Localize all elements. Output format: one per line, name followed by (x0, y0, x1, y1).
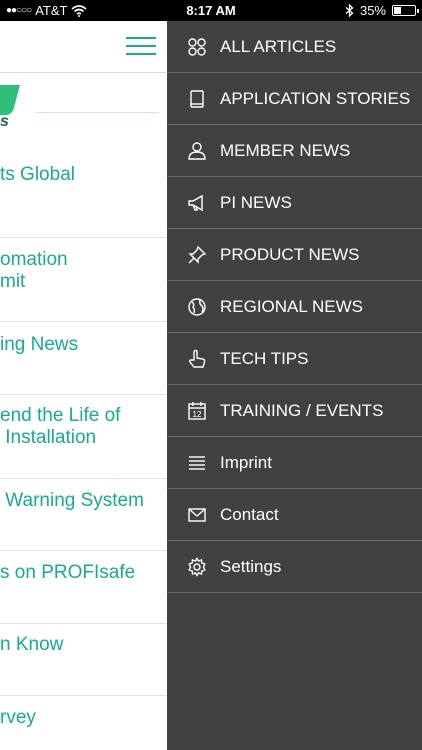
menu-item-label: REGIONAL NEWS (220, 296, 363, 316)
app-header (0, 21, 167, 73)
menu-item-label: Imprint (220, 452, 272, 472)
article-item[interactable]: rvey (0, 707, 167, 729)
calendar-icon: 12 (186, 400, 208, 422)
menu-item-all-articles[interactable]: ALL ARTICLES (167, 21, 422, 73)
divider (0, 394, 167, 395)
gear-icon (186, 556, 208, 578)
hamburger-menu-icon[interactable] (126, 37, 156, 55)
article-title: s on PROFIsafe (0, 562, 136, 583)
menu-item-tech-tips[interactable]: TECH TIPS (167, 333, 422, 385)
app-logo: s (0, 85, 167, 135)
menu-item-product-news[interactable]: PRODUCT NEWS (167, 229, 422, 281)
divider (0, 623, 167, 624)
envelope-icon (186, 504, 208, 526)
svg-text:12: 12 (193, 410, 202, 419)
article-item[interactable]: n Know (0, 634, 167, 656)
menu-item-label: PI NEWS (220, 192, 292, 212)
article-item[interactable]: ts Global (0, 164, 167, 186)
battery-percent: 35% (359, 3, 386, 18)
megaphone-icon (186, 192, 208, 214)
logo-mark (0, 85, 21, 115)
article-item[interactable]: omation mit (0, 249, 167, 293)
globe-icon (186, 296, 208, 318)
article-title-line2: Installation (0, 427, 97, 448)
article-item[interactable]: Warning System (0, 490, 167, 512)
article-item[interactable]: ing News (0, 334, 167, 356)
menu-item-regional-news[interactable]: REGIONAL NEWS (167, 281, 422, 333)
pushpin-icon (186, 244, 208, 266)
menu-item-label: ALL ARTICLES (220, 36, 337, 56)
divider (0, 695, 167, 696)
grid-icon (186, 36, 208, 58)
article-title: omation (0, 249, 68, 270)
article-title: rvey (0, 707, 36, 728)
menu-item-label: PRODUCT NEWS (220, 244, 360, 264)
divider (0, 550, 167, 551)
menu-item-application-stories[interactable]: APPLICATION STORIES (167, 73, 422, 125)
article-title: ts Global (0, 164, 75, 185)
menu-item-label: TECH TIPS (220, 348, 309, 368)
menu-item-imprint[interactable]: Imprint (167, 437, 422, 489)
status-bar: ●●○○○ AT&T 8:17 AM 35% (0, 0, 422, 21)
menu-item-settings[interactable]: Settings (167, 541, 422, 593)
menu-item-label: APPLICATION STORIES (220, 88, 411, 108)
navigation-drawer: ALL ARTICLES APPLICATION STORIES MEMBER … (167, 21, 422, 750)
logo-divider (36, 112, 159, 113)
menu-item-pi-news[interactable]: PI NEWS (167, 177, 422, 229)
article-title: end the Life of (0, 405, 121, 426)
bluetooth-icon (345, 4, 354, 17)
user-icon (186, 140, 208, 162)
logo-letter: s (0, 113, 9, 130)
menu-item-label: TRAINING / EVENTS (220, 400, 384, 420)
menu-item-label: Settings (220, 556, 282, 576)
article-item[interactable]: end the Life of Installation (0, 405, 167, 449)
text-lines-icon (186, 452, 208, 474)
menu-item-training-events[interactable]: 12 TRAINING / EVENTS (167, 385, 422, 437)
battery-level (394, 7, 401, 14)
divider (0, 321, 167, 322)
book-icon (186, 88, 208, 110)
divider (0, 478, 167, 479)
menu-item-contact[interactable]: Contact (167, 489, 422, 541)
article-title-line2: mit (0, 271, 26, 292)
article-item[interactable]: s on PROFIsafe (0, 562, 167, 584)
article-list-panel: s ts Global omation mit ing News end the… (0, 21, 167, 750)
divider (0, 237, 167, 238)
battery-icon (392, 5, 419, 16)
article-title: Warning System (0, 490, 144, 511)
menu-item-member-news[interactable]: MEMBER NEWS (167, 125, 422, 177)
menu-item-label: Contact (220, 504, 279, 524)
article-title: n Know (0, 634, 64, 655)
menu-item-label: MEMBER NEWS (220, 140, 351, 160)
hand-icon (186, 348, 208, 370)
article-title: ing News (0, 334, 79, 355)
